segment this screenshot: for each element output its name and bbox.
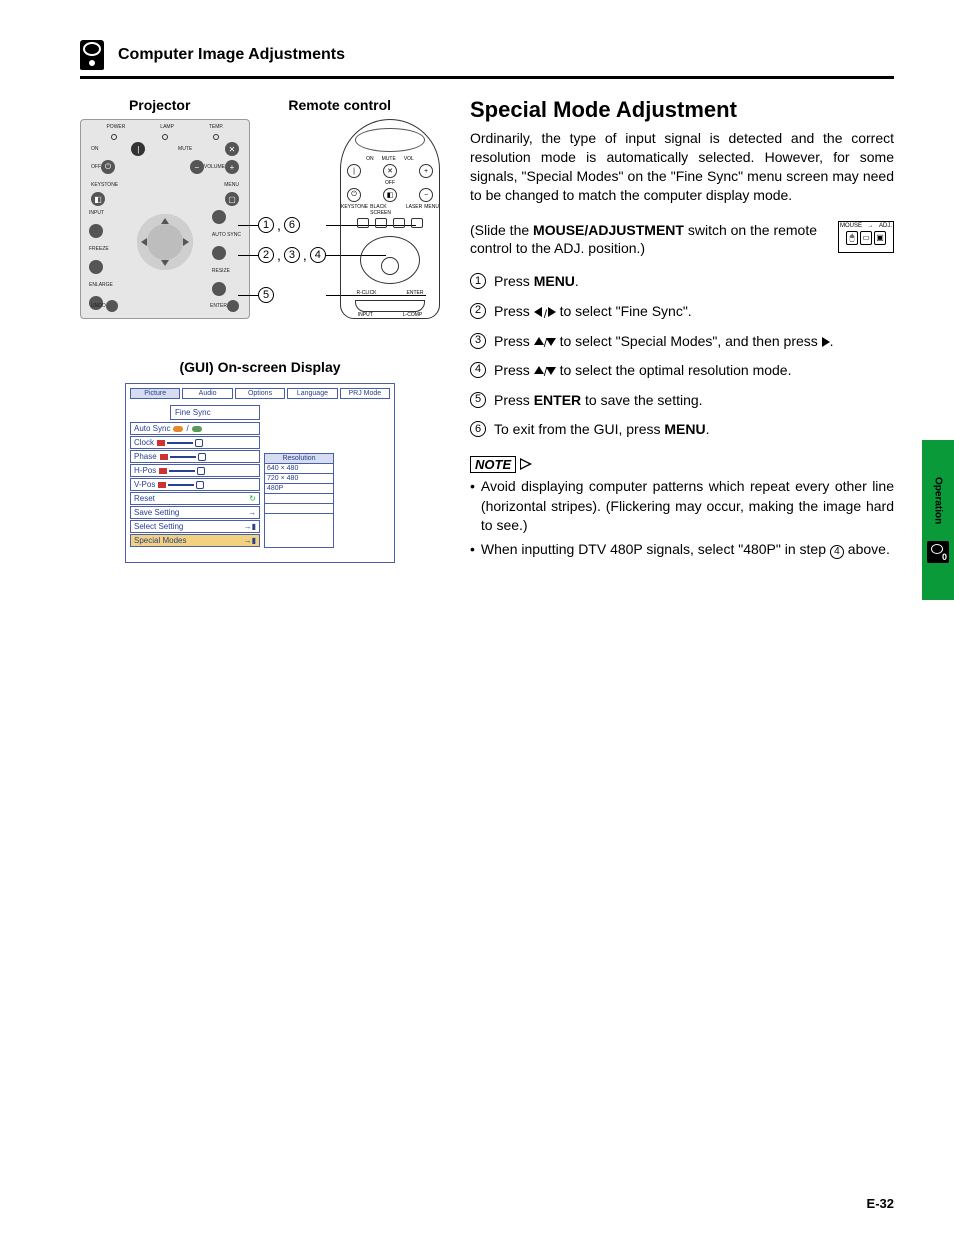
callout-3: 3 <box>284 247 300 263</box>
remote-keystone-label: KEYSTONE <box>341 204 368 216</box>
remote-vol-label: VOL <box>404 156 414 162</box>
page-number: E-32 <box>867 1196 894 1211</box>
gui-item-clock: Clock <box>130 436 260 449</box>
remote-dpad <box>360 236 420 284</box>
horizontal-rule <box>80 76 894 79</box>
remote-input-label: INPUT <box>358 312 373 318</box>
callout-2: 2 <box>258 247 274 263</box>
gui-tab-picture: Picture <box>130 388 180 399</box>
label-input: INPUT <box>89 210 113 216</box>
step-5: 5 Press ENTER to save the setting. <box>470 391 894 411</box>
projector-icon <box>80 40 104 70</box>
callout-numbers: 1, 6 2, 3, 4 5 <box>258 183 326 317</box>
gui-item-vpos: V-Pos <box>130 478 260 491</box>
step-4: 4 Press / to select the optimal resoluti… <box>470 361 894 381</box>
side-tab: Operation <box>922 440 954 600</box>
label-volume: VOLUME <box>204 164 225 170</box>
gui-item-autosync: Auto Sync/ <box>130 422 260 435</box>
label-keystone: KEYSTONE <box>91 182 118 188</box>
projector-panel: POWER LAMP TEMP. ON | MUTE ✕ OFF ⏻ <box>80 119 250 319</box>
remote-on-label: ON <box>366 156 374 162</box>
label-freeze: FREEZE <box>89 246 113 252</box>
remote-control: ONMUTEVOL |✕+ OFF ⏻◧− KEYSTONEBLACK SCRE… <box>340 119 440 319</box>
gui-res-opt-1: 640 × 480 <box>265 463 333 473</box>
gui-item-phase: Phase <box>130 450 260 463</box>
gui-resolution-panel: Resolution 640 × 480 720 × 480 480P <box>264 453 334 548</box>
label-enlarge: ENLARGE <box>89 282 113 288</box>
main-heading: Special Mode Adjustment <box>470 97 894 123</box>
label-temp: TEMP. <box>209 124 224 130</box>
label-mute: MUTE <box>178 146 192 152</box>
intro-text: Ordinarily, the type of input signal is … <box>470 129 894 205</box>
right-icon <box>822 337 830 347</box>
step-2: 2 Press / to select "Fine Sync". <box>470 302 894 322</box>
device-diagram: POWER LAMP TEMP. ON | MUTE ✕ OFF ⏻ <box>80 119 440 319</box>
gui-res-opt-2: 720 × 480 <box>265 473 333 483</box>
note-arrow-icon <box>520 458 532 470</box>
gui-tab-audio: Audio <box>182 388 232 399</box>
remote-blackscreen-label: BLACK SCREEN <box>370 204 404 216</box>
side-tab-icon <box>927 541 949 563</box>
remote-off-label: OFF <box>385 180 395 186</box>
gui-item-savesetting: Save Setting→ <box>130 506 260 519</box>
section-title: Computer Image Adjustments <box>118 46 345 64</box>
gui-item-selectsetting: Select Setting→▮ <box>130 520 260 533</box>
step-1: 1 Press MENU. <box>470 272 894 292</box>
callout-6: 6 <box>284 217 300 233</box>
notes-list: Avoid displaying computer patterns which… <box>470 477 894 559</box>
label-on: ON <box>91 146 99 152</box>
gui-res-opt-3: 480P <box>265 483 333 493</box>
step-6: 6 To exit from the GUI, press MENU. <box>470 420 894 440</box>
label-enter-proj: ENTER <box>210 303 227 309</box>
callout-1: 1 <box>258 217 274 233</box>
side-tab-label: Operation <box>933 477 944 524</box>
remote-laser-label: LASER <box>406 204 422 216</box>
label-resize: RESIZE <box>212 268 241 274</box>
label-lamp: LAMP <box>160 124 174 130</box>
up-down-icon: / <box>534 337 556 347</box>
gui-item-hpos: H-Pos <box>130 464 260 477</box>
label-menu: MENU <box>224 182 239 188</box>
note-heading: NOTE <box>470 456 532 473</box>
left-right-icon: / <box>534 307 556 317</box>
remote-menu-label: MENU <box>424 204 439 216</box>
projector-dpad <box>137 214 193 270</box>
gui-tab-prjmode: PRJ Mode <box>340 388 390 399</box>
gui-tab-options: Options <box>235 388 285 399</box>
remote-lcomp-label: L-COMP <box>403 312 422 318</box>
remote-label: Remote control <box>288 97 391 113</box>
steps-list: 1 Press MENU. 2 Press / to select "Fine … <box>470 272 894 440</box>
note-2: When inputting DTV 480P signals, select … <box>470 540 894 560</box>
label-autosync: AUTO SYNC <box>212 232 241 238</box>
gui-item-specialmodes: Special Modes→▮ <box>130 534 260 547</box>
callout-4: 4 <box>310 247 326 263</box>
projector-label: Projector <box>129 97 190 113</box>
gui-resolution-head: Resolution <box>265 454 333 463</box>
gui-tab-language: Language <box>287 388 337 399</box>
note-1: Avoid displaying computer patterns which… <box>470 477 894 536</box>
label-off: OFF <box>91 164 101 170</box>
remote-rclick-label: R-CLICK <box>357 290 377 296</box>
remote-enter-label: ENTER <box>407 290 424 296</box>
gui-finesync-head: Fine Sync <box>170 405 260 420</box>
up-down-icon: / <box>534 366 556 376</box>
mouse-adj-switch-icon: MOUSE→ADJ. 🖱▭▣ <box>838 221 894 253</box>
gui-display: Picture Audio Options Language PRJ Mode … <box>125 383 395 563</box>
callout-5: 5 <box>258 287 274 303</box>
remote-mute-label: MUTE <box>382 156 396 162</box>
label-power: POWER <box>106 124 125 130</box>
label-undo: UNDO <box>91 303 106 309</box>
step-3: 3 Press / to select "Special Modes", and… <box>470 332 894 352</box>
gui-item-reset: Reset↻ <box>130 492 260 505</box>
gui-display-title: (GUI) On-screen Display <box>80 359 440 375</box>
slide-instruction: (Slide the MOUSE/ADJUSTMENT switch on th… <box>470 221 830 259</box>
